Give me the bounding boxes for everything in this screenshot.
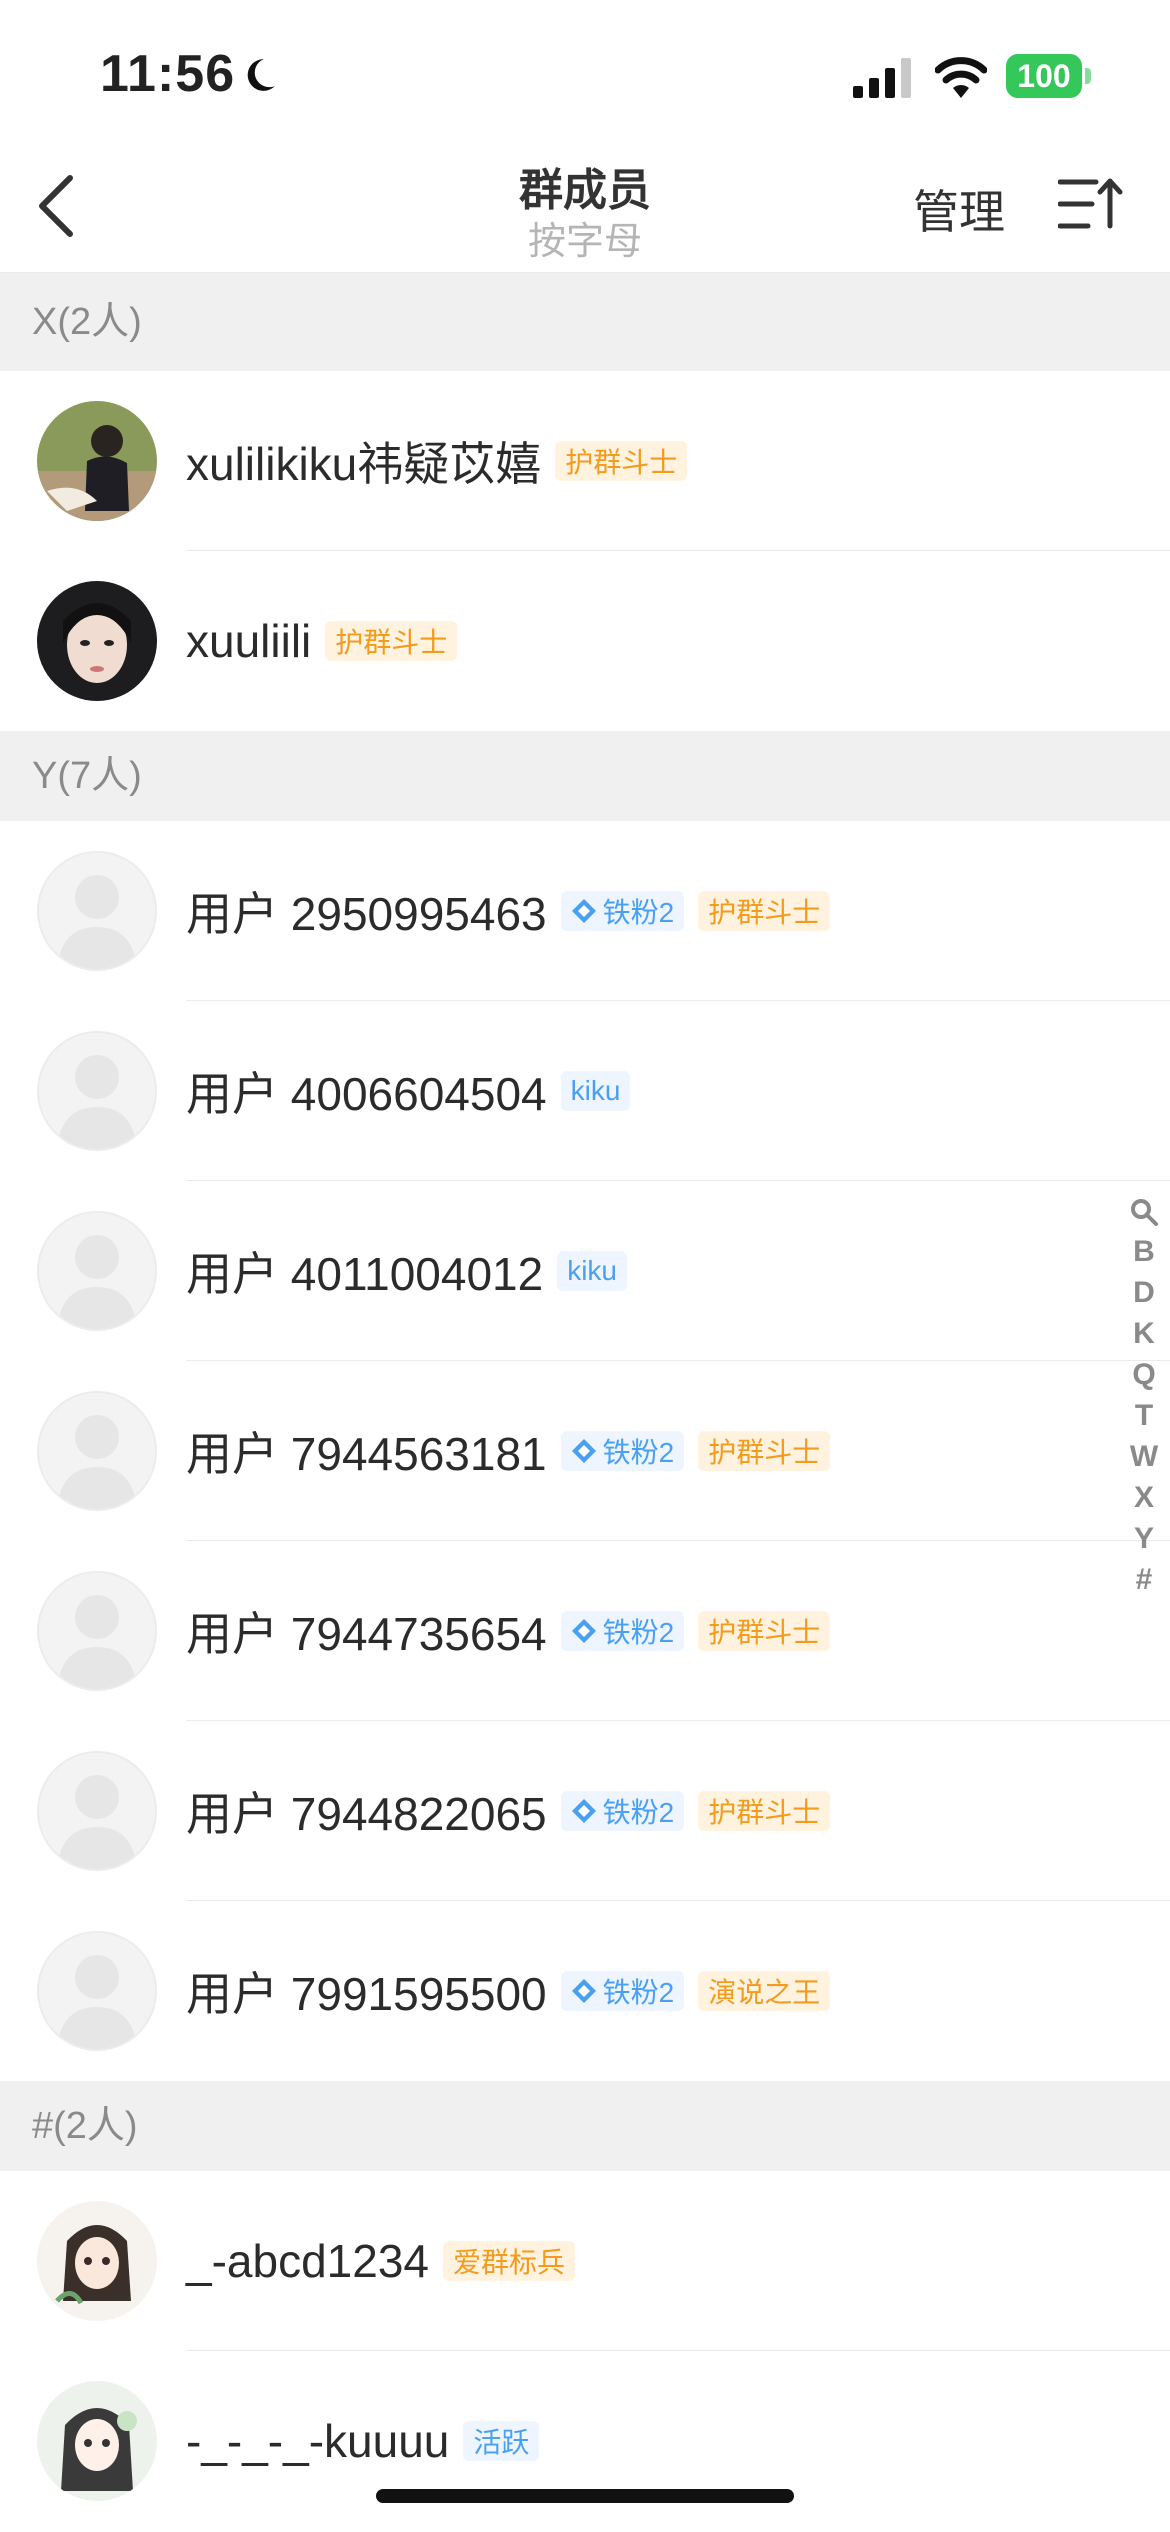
- fan-level-badge: 铁粉2: [560, 1431, 685, 1471]
- default-avatar-icon: [37, 1391, 157, 1511]
- index-letter[interactable]: B: [1122, 1231, 1166, 1272]
- index-letter[interactable]: T: [1122, 1395, 1166, 1436]
- sort-icon[interactable]: [1058, 176, 1124, 232]
- avatar: [37, 581, 157, 701]
- navigation-bar: 群成员 按字母 管理: [0, 140, 1170, 273]
- manage-button[interactable]: 管理: [913, 176, 1005, 242]
- member-row[interactable]: xuuliili 护群斗士: [0, 551, 1170, 731]
- member-badge: 护群斗士: [325, 621, 458, 661]
- index-search-icon[interactable]: [1122, 1190, 1166, 1231]
- diamond-icon: [571, 899, 596, 923]
- member-row[interactable]: _-abcd1234 爱群标兵: [0, 2171, 1170, 2351]
- battery-level: 100: [1017, 58, 1071, 94]
- fan-level-badge: 铁粉2: [560, 891, 685, 931]
- diamond-icon: [571, 1979, 596, 2003]
- section-header-y: Y(7人): [0, 731, 1170, 821]
- status-time: 11:56: [100, 45, 236, 103]
- fan-level-badge: 铁粉2: [560, 1611, 685, 1651]
- member-name: 用户 7944822065: [186, 1788, 547, 1840]
- member-name: 用户 4006604504: [186, 1068, 547, 1120]
- member-row[interactable]: 用户 4006604504 kiku: [0, 1001, 1170, 1181]
- cellular-signal-icon: [853, 58, 911, 98]
- index-letter[interactable]: Y: [1122, 1518, 1166, 1559]
- avatar: [37, 2381, 157, 2501]
- member-badge: 爱群标兵: [442, 2241, 575, 2281]
- index-letter[interactable]: D: [1122, 1272, 1166, 1313]
- battery-indicator: 100: [1006, 54, 1092, 98]
- member-name: xulilikiku祎疑苡嬉: [186, 438, 542, 490]
- index-letter[interactable]: W: [1122, 1436, 1166, 1477]
- default-avatar-icon: [37, 851, 157, 971]
- member-name: 用户 4011004012: [186, 1248, 544, 1300]
- member-badge: 护群斗士: [698, 1431, 831, 1471]
- member-name: 用户 7944563181: [186, 1428, 547, 1480]
- index-letter[interactable]: Q: [1122, 1354, 1166, 1395]
- member-badge: kiku: [560, 1071, 631, 1111]
- home-indicator: [376, 2489, 794, 2503]
- default-avatar-icon: [37, 1031, 157, 1151]
- default-avatar-icon: [37, 1571, 157, 1691]
- index-letter[interactable]: K: [1122, 1313, 1166, 1354]
- diamond-icon: [571, 1439, 596, 1463]
- member-name: 用户 7991595500: [186, 1968, 547, 2020]
- default-avatar-icon: [37, 1211, 157, 1331]
- member-row[interactable]: 用户 7944735654 铁粉2 护群斗士: [0, 1541, 1170, 1721]
- section-header-x: X(2人): [0, 273, 1170, 371]
- member-name: _-abcd1234: [186, 2235, 429, 2287]
- member-name: 用户 7944735654: [186, 1608, 547, 1660]
- member-row[interactable]: 用户 7944563181 铁粉2 护群斗士: [0, 1361, 1170, 1541]
- member-name: -_-_-_-kuuuu: [186, 2415, 450, 2467]
- moon-icon: [247, 59, 275, 91]
- diamond-icon: [571, 1799, 596, 1823]
- member-badge: 活跃: [463, 2421, 540, 2461]
- member-badge: 演说之王: [698, 1971, 831, 2011]
- member-row[interactable]: -_-_-_-kuuuu 活跃: [0, 2351, 1170, 2531]
- member-name: xuuliili: [186, 615, 312, 667]
- status-bar: 11:56 100: [0, 0, 1170, 140]
- member-badge: 护群斗士: [698, 1791, 831, 1831]
- default-avatar-icon: [37, 1931, 157, 2051]
- avatar: [37, 2201, 157, 2321]
- section-header-hash: #(2人): [0, 2081, 1170, 2171]
- member-row[interactable]: 用户 4011004012 kiku: [0, 1181, 1170, 1361]
- fan-level-badge: 铁粉2: [560, 1971, 685, 2011]
- index-letter[interactable]: #: [1122, 1559, 1166, 1600]
- default-avatar-icon: [37, 1751, 157, 1871]
- member-row[interactable]: xulilikiku祎疑苡嬉 护群斗士: [0, 371, 1170, 551]
- index-letter[interactable]: X: [1122, 1477, 1166, 1518]
- member-badge: kiku: [557, 1251, 627, 1291]
- fan-level-badge: 铁粉2: [560, 1791, 685, 1831]
- member-row[interactable]: 用户 7991595500 铁粉2 演说之王: [0, 1901, 1170, 2081]
- wifi-icon: [935, 57, 987, 98]
- avatar: [37, 401, 157, 521]
- diamond-icon: [571, 1619, 596, 1643]
- member-badge: 护群斗士: [698, 891, 831, 931]
- member-name: 用户 2950995463: [186, 888, 547, 940]
- alphabet-index-bar[interactable]: B D K Q T W X Y #: [1122, 1190, 1166, 1600]
- member-badge: 护群斗士: [698, 1611, 831, 1651]
- member-row[interactable]: 用户 2950995463 铁粉2 护群斗士: [0, 821, 1170, 1001]
- member-row[interactable]: 用户 7944822065 铁粉2 护群斗士: [0, 1721, 1170, 1901]
- member-badge: 护群斗士: [555, 441, 688, 481]
